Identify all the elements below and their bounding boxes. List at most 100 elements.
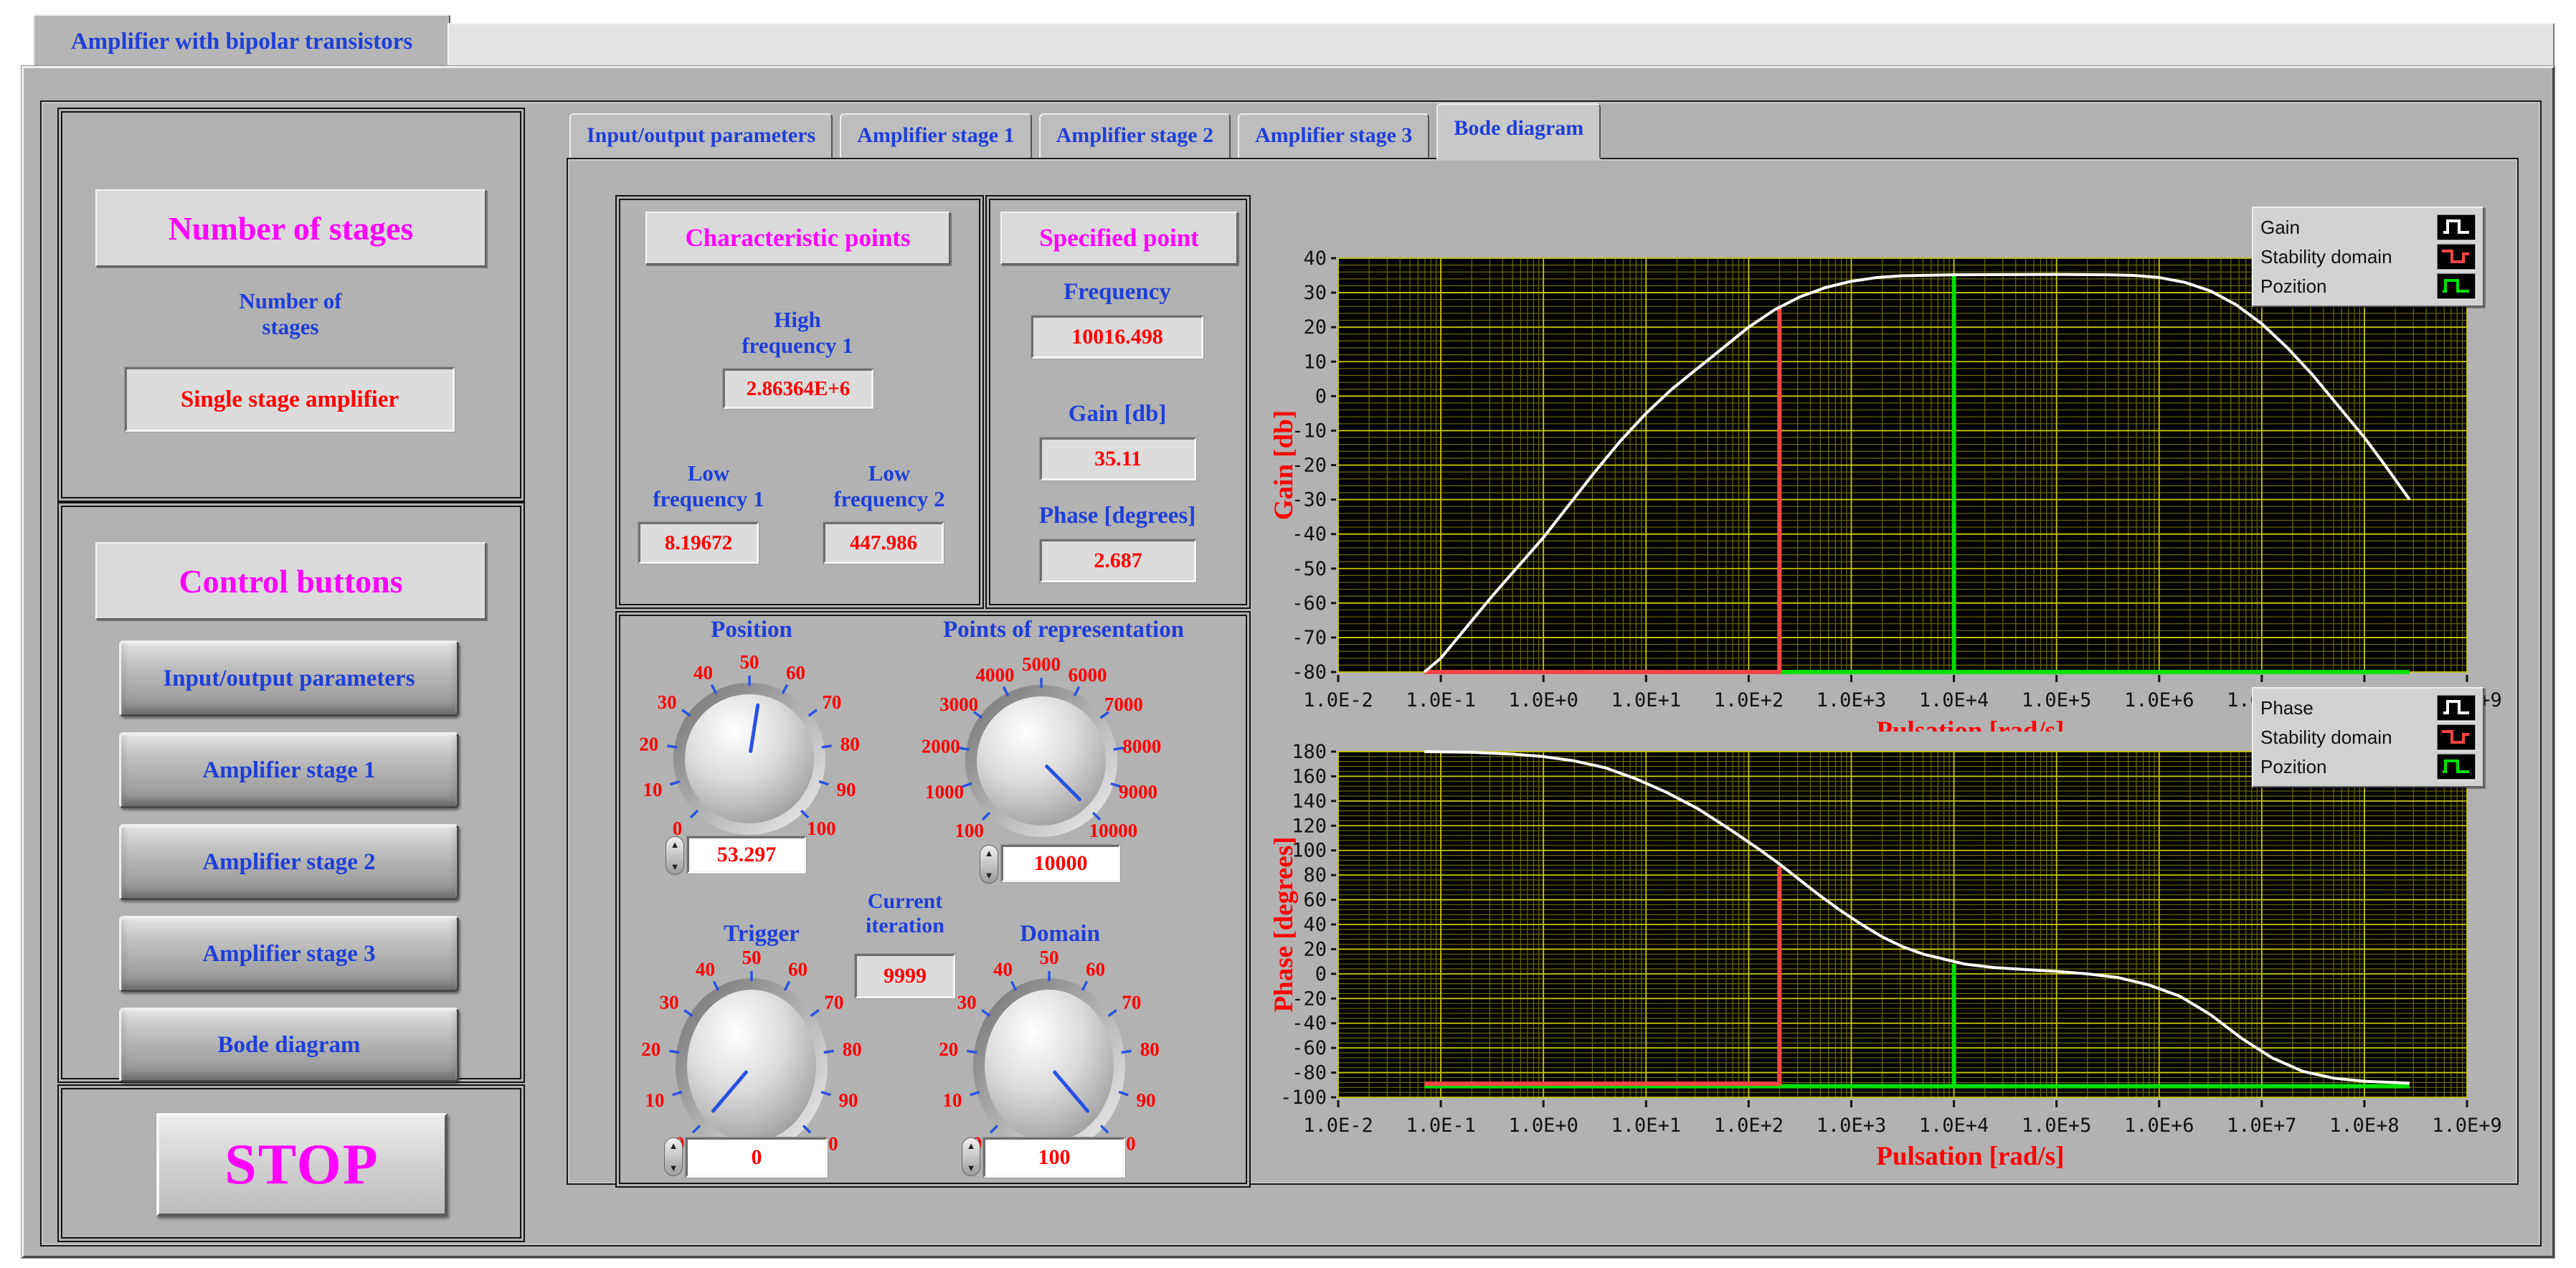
svg-text:10: 10	[643, 779, 662, 800]
domain-knob-label: Domain	[1020, 920, 1100, 947]
stop-button[interactable]: STOP	[156, 1113, 448, 1216]
tab-amplifier-stage-2[interactable]: Amplifier stage 2	[1038, 113, 1231, 159]
frequency-value: 10016.498	[1031, 316, 1203, 359]
high-frequency-1-value: 2.86364E+6	[723, 369, 873, 409]
svg-text:70: 70	[824, 992, 843, 1013]
window-title-tab[interactable]: Amplifier with bipolar transistors	[33, 14, 450, 67]
points-value-input[interactable]: 10000	[1001, 845, 1120, 882]
svg-text:40: 40	[693, 662, 713, 683]
waveform-icon	[2437, 754, 2476, 780]
svg-text:20: 20	[1303, 938, 1327, 960]
svg-text:6000: 6000	[1068, 664, 1107, 686]
characteristic-points-header-label: Characteristic points	[685, 224, 911, 252]
domain-value-input[interactable]: 100	[983, 1137, 1125, 1178]
control-buttons-header: Control buttons	[95, 542, 486, 620]
svg-text:1.0E+2: 1.0E+2	[1714, 1115, 1784, 1137]
tab-bode-diagram[interactable]: Bode diagram	[1436, 103, 1601, 159]
svg-text:10: 10	[645, 1089, 664, 1111]
button-amplifier-stage-2[interactable]: Amplifier stage 2	[119, 824, 459, 900]
tab-amplifier-stage-3[interactable]: Amplifier stage 3	[1238, 113, 1430, 159]
button-amplifier-stage-3[interactable]: Amplifier stage 3	[119, 916, 459, 992]
legend-item-stability-domain[interactable]: Stability domain	[2260, 724, 2476, 750]
position-value-input[interactable]: 53.297	[687, 836, 806, 874]
svg-text:140: 140	[1292, 790, 1327, 813]
position-spinner[interactable]: ▲ ▼	[666, 836, 684, 875]
svg-text:1.0E+6: 1.0E+6	[2124, 689, 2194, 711]
svg-text:1.0E+5: 1.0E+5	[2022, 689, 2092, 711]
legend-item-gain[interactable]: Gain	[2260, 214, 2476, 240]
svg-text:70: 70	[822, 691, 841, 713]
points-spinner[interactable]: ▲ ▼	[980, 845, 998, 884]
svg-text:100: 100	[807, 818, 836, 839]
svg-text:40: 40	[1303, 247, 1327, 270]
legend-label: Pozition	[2260, 275, 2327, 297]
svg-text:60: 60	[1303, 889, 1327, 912]
tab-label: Bode diagram	[1454, 116, 1584, 140]
svg-text:90: 90	[837, 779, 856, 800]
svg-text:0: 0	[1315, 963, 1327, 985]
svg-text:9000: 9000	[1119, 781, 1157, 803]
value-text: 9999	[884, 964, 927, 988]
number-of-stages-value-text: Single stage amplifier	[180, 386, 399, 412]
svg-text:-50: -50	[1292, 558, 1327, 580]
svg-text:20: 20	[1303, 316, 1327, 339]
value-text: 0	[751, 1145, 762, 1169]
svg-text:1.0E+6: 1.0E+6	[2124, 1115, 2194, 1137]
number-of-stages-label: Number of stages	[239, 288, 342, 339]
legend-label: Pozition	[2260, 755, 2327, 777]
svg-text:1.0E+2: 1.0E+2	[1714, 689, 1784, 711]
legend-item-phase[interactable]: Phase	[2260, 695, 2476, 721]
svg-text:1.0E+8: 1.0E+8	[2329, 1115, 2400, 1137]
gain-db-label: Gain [db]	[1068, 400, 1167, 427]
control-buttons-header-label: Control buttons	[179, 562, 403, 600]
waveform-icon	[2437, 273, 2476, 299]
legend-item-pozition[interactable]: Pozition	[2260, 273, 2476, 299]
svg-text:-60: -60	[1292, 592, 1327, 615]
svg-text:1.0E+7: 1.0E+7	[2227, 1115, 2297, 1137]
svg-text:5000: 5000	[1022, 653, 1061, 675]
button-input-output-parameters[interactable]: Input/output parameters	[119, 640, 459, 716]
svg-text:1000: 1000	[925, 781, 964, 803]
high-frequency-1-label: High frequency 1	[742, 307, 853, 358]
svg-text:20: 20	[639, 734, 658, 755]
trigger-spinner[interactable]: ▲ ▼	[664, 1137, 683, 1176]
phase-degrees-label: Phase [degrees]	[1038, 502, 1196, 529]
svg-text:80: 80	[1140, 1038, 1160, 1060]
svg-text:30: 30	[957, 992, 977, 1013]
svg-text:50: 50	[740, 651, 759, 673]
number-of-stages-value: Single stage amplifier	[125, 367, 455, 432]
svg-text:1.0E-1: 1.0E-1	[1406, 1115, 1476, 1137]
legend-item-stability-domain[interactable]: Stability domain	[2260, 244, 2476, 270]
value-text: 8.19672	[664, 531, 733, 554]
svg-text:3000: 3000	[939, 694, 978, 715]
tab-input-output-parameters[interactable]: Input/output parameters	[569, 113, 833, 159]
phase-plot-legend: Phase Stability domain Pozition	[2252, 687, 2484, 787]
button-bode-diagram[interactable]: Bode diagram	[119, 1008, 459, 1082]
domain-spinner[interactable]: ▲ ▼	[962, 1137, 980, 1176]
waveform-icon	[2437, 724, 2476, 750]
svg-text:40: 40	[1303, 914, 1327, 936]
svg-text:10: 10	[1303, 351, 1327, 373]
phase-degrees-value: 2.687	[1040, 539, 1196, 582]
gain-db-value: 35.11	[1040, 437, 1196, 481]
points-of-representation-knob-label: Points of representation	[942, 616, 1185, 643]
window-title: Amplifier with bipolar transistors	[70, 28, 413, 55]
low-frequency-2-label: Low frequency 2	[833, 460, 945, 511]
tab-amplifier-stage-1[interactable]: Amplifier stage 1	[840, 113, 1032, 159]
button-amplifier-stage-1[interactable]: Amplifier stage 1	[119, 732, 459, 808]
frequency-label: Frequency	[1064, 278, 1171, 305]
svg-text:100: 100	[955, 820, 984, 841]
button-label: Bode diagram	[217, 1031, 361, 1058]
svg-text:80: 80	[840, 734, 860, 755]
trigger-value-input[interactable]: 0	[686, 1137, 828, 1178]
svg-text:10000: 10000	[1089, 820, 1138, 841]
legend-label: Phase	[2260, 696, 2314, 719]
svg-text:Pulsation [rad/s]: Pulsation [rad/s]	[1876, 1142, 2064, 1171]
number-of-stages-header-label: Number of stages	[168, 209, 414, 247]
svg-text:30: 30	[658, 691, 677, 713]
legend-item-pozition[interactable]: Pozition	[2260, 754, 2476, 780]
value-text: 35.11	[1094, 447, 1142, 470]
svg-text:-80: -80	[1292, 1062, 1327, 1084]
svg-text:-70: -70	[1292, 627, 1327, 649]
value-text: 2.86364E+6	[746, 377, 851, 400]
